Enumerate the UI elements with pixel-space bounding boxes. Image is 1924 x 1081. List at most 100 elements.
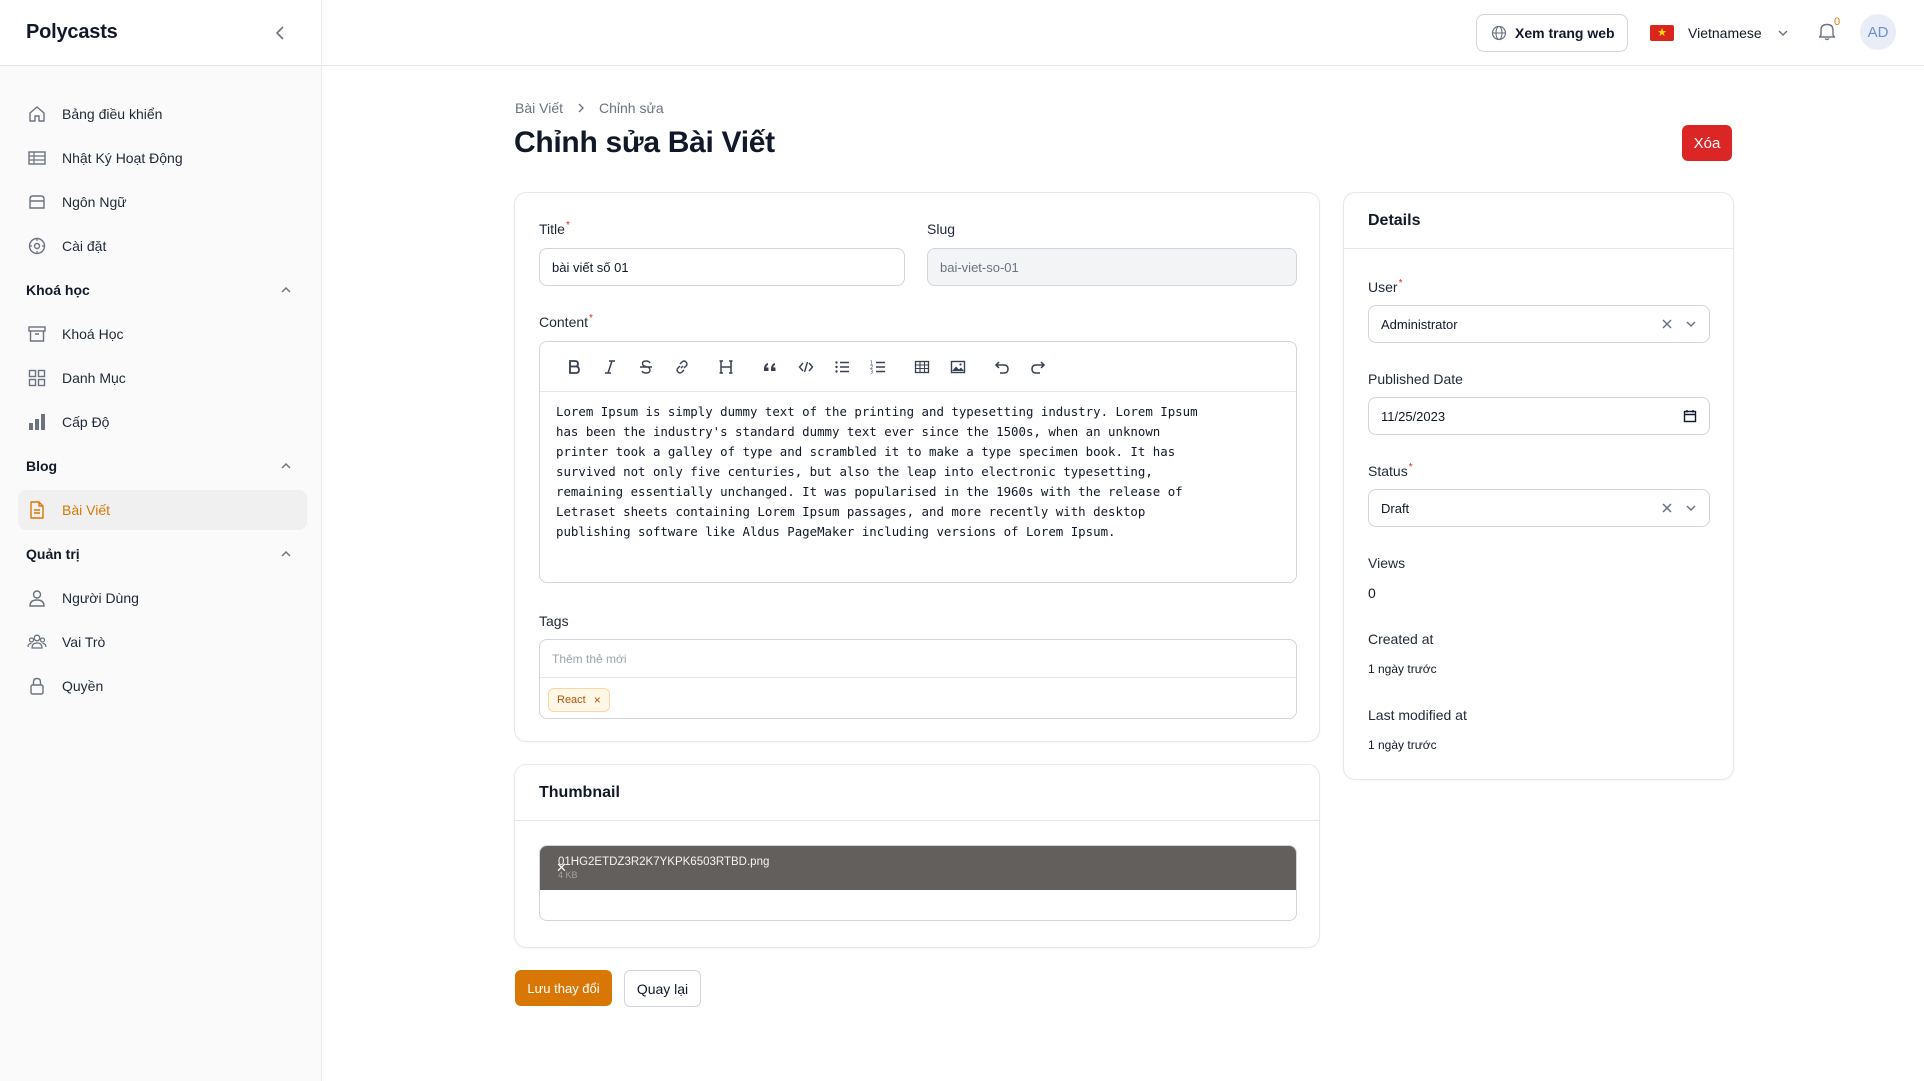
user-avatar[interactable]: AD	[1860, 14, 1896, 50]
published-date-label: Published Date	[1368, 371, 1463, 387]
file-upload-zone[interactable]: ✕ 01HG2ETDZ3R2K7YKPK6503RTBD.png 4 KB	[539, 845, 1297, 921]
view-site-label: Xem trang web	[1515, 25, 1615, 41]
heading-button[interactable]	[708, 352, 744, 382]
settings-icon	[26, 235, 48, 257]
page-title: Chỉnh sửa Bài Viết	[514, 126, 775, 159]
sidebar-item-label: Khoá Học	[62, 326, 124, 342]
sidebar-item-roles[interactable]: Vai Trò	[18, 622, 307, 662]
chevron-down-icon	[1776, 26, 1790, 40]
view-site-button[interactable]: Xem trang web	[1476, 14, 1628, 52]
chevron-up-icon	[281, 463, 291, 469]
sidebar: Polycasts Bảng điều khiển Nhật Ký Hoạt Đ…	[0, 0, 322, 1081]
link-button[interactable]	[664, 352, 700, 382]
editor-toolbar: 123	[540, 342, 1296, 392]
image-button[interactable]	[940, 352, 976, 382]
sidebar-group-label: Quản trị	[26, 546, 80, 562]
link-icon	[676, 359, 688, 374]
sidebar-group-blog[interactable]: Blog	[26, 446, 293, 486]
status-select-value: Draft	[1381, 500, 1410, 516]
uploaded-file-item: ✕ 01HG2ETDZ3R2K7YKPK6503RTBD.png 4 KB	[540, 846, 1296, 890]
back-button[interactable]: Quay lại	[624, 970, 701, 1007]
last-modified-label: Last modified at	[1368, 707, 1467, 723]
sidebar-item-posts[interactable]: Bài Viết	[18, 490, 307, 530]
clear-icon[interactable]	[1661, 318, 1673, 330]
collapse-sidebar-button[interactable]	[269, 21, 293, 45]
delete-button[interactable]: Xóa	[1682, 125, 1732, 161]
redo-icon	[1031, 360, 1046, 374]
clear-icon[interactable]	[1661, 502, 1673, 514]
ordered-list-button[interactable]: 123	[860, 352, 896, 382]
breadcrumb-parent-link[interactable]: Bài Viết	[515, 100, 563, 116]
sidebar-group-admin[interactable]: Quản trị	[26, 534, 293, 574]
slug-input[interactable]: bai-viet-so-01	[927, 248, 1297, 286]
notification-count-badge: 0	[1834, 16, 1841, 28]
sidebar-item-levels[interactable]: Cấp Độ	[18, 402, 307, 442]
title-input[interactable]: bài viết số 01	[539, 248, 905, 286]
breadcrumb-current: Chỉnh sửa	[599, 100, 664, 116]
sidebar-group-label: Blog	[26, 458, 58, 474]
code-button[interactable]	[788, 352, 824, 382]
published-date-input[interactable]: 11/25/2023	[1368, 397, 1710, 435]
chevron-down-icon	[1686, 505, 1696, 512]
sidebar-item-dashboard[interactable]: Bảng điều khiển	[18, 94, 307, 134]
undo-icon	[994, 360, 1009, 374]
required-asterisk: *	[565, 220, 570, 231]
sidebar-item-users[interactable]: Người Dùng	[18, 578, 307, 618]
tags-label: Tags	[539, 613, 569, 629]
user-label: User*	[1368, 278, 1403, 295]
created-at-value: 1 ngày trước	[1368, 662, 1437, 676]
chevron-right-icon	[575, 102, 587, 114]
chevron-up-icon	[281, 551, 291, 557]
user-select[interactable]: Administrator	[1368, 305, 1710, 343]
sidebar-item-courses[interactable]: Khoá Học	[18, 314, 307, 354]
bold-icon	[569, 359, 580, 374]
language-switcher[interactable]: ★ Vietnamese	[1650, 18, 1790, 48]
ordered-list-icon: 123	[870, 360, 885, 375]
table-insert-icon	[914, 360, 930, 373]
italic-icon	[605, 359, 615, 374]
sidebar-item-languages[interactable]: Ngôn Ngữ	[18, 182, 307, 222]
remove-tag-icon[interactable]: ×	[594, 693, 601, 707]
content-label-text: Content	[539, 314, 589, 330]
table-button[interactable]	[904, 352, 940, 382]
save-changes-button[interactable]: Lưu thay đổi	[515, 970, 612, 1006]
sidebar-item-settings[interactable]: Cài đặt	[18, 226, 307, 266]
notifications-button[interactable]: 0	[1816, 16, 1842, 46]
code-icon	[798, 361, 814, 372]
chevron-up-icon	[281, 287, 291, 293]
status-label-text: Status	[1368, 463, 1408, 479]
sidebar-item-categories[interactable]: Danh Mục	[18, 358, 307, 398]
sidebar-item-label: Người Dùng	[62, 590, 139, 606]
blockquote-button[interactable]	[752, 352, 788, 382]
required-asterisk: *	[1398, 278, 1403, 289]
sidebar-group-label: Khoá học	[26, 282, 90, 298]
sidebar-item-activity-log[interactable]: Nhật Ký Hoạt Động	[18, 138, 307, 178]
users-icon	[26, 631, 48, 653]
image-icon	[950, 360, 966, 373]
details-card: Details User* Administrator Published Da…	[1343, 192, 1734, 780]
editor-content[interactable]: Lorem Ipsum is simply dummy text of the …	[540, 392, 1296, 552]
bold-button[interactable]	[556, 352, 592, 382]
strikethrough-button[interactable]	[628, 352, 664, 382]
strikethrough-icon	[640, 359, 652, 374]
published-date-value: 11/25/2023	[1381, 408, 1446, 424]
tags-input-group: Thêm thẻ mới React ×	[539, 639, 1297, 719]
redo-button[interactable]	[1020, 352, 1056, 382]
undo-button[interactable]	[984, 352, 1020, 382]
chevron-down-icon	[1686, 321, 1696, 328]
tags-input[interactable]: Thêm thẻ mới	[540, 640, 1296, 678]
sidebar-item-permissions[interactable]: Quyền	[18, 666, 307, 706]
bullet-list-button[interactable]	[824, 352, 860, 382]
chevron-left-icon	[275, 25, 284, 40]
bar-chart-icon	[26, 411, 48, 433]
calendar-icon[interactable]	[1683, 409, 1697, 423]
status-select[interactable]: Draft	[1368, 489, 1710, 527]
sidebar-group-courses[interactable]: Khoá học	[26, 270, 293, 310]
thumbnail-heading: Thumbnail	[515, 765, 1319, 821]
sidebar-item-label: Cấp Độ	[62, 414, 110, 430]
post-form-card: Title* bài viết số 01 Slug bai-viet-so-0…	[514, 192, 1320, 742]
sidebar-nav: Bảng điều khiển Nhật Ký Hoạt Động Ngôn N…	[0, 66, 321, 706]
user-select-value: Administrator	[1381, 316, 1458, 332]
italic-button[interactable]	[592, 352, 628, 382]
brand-logo[interactable]: Polycasts	[26, 21, 118, 44]
